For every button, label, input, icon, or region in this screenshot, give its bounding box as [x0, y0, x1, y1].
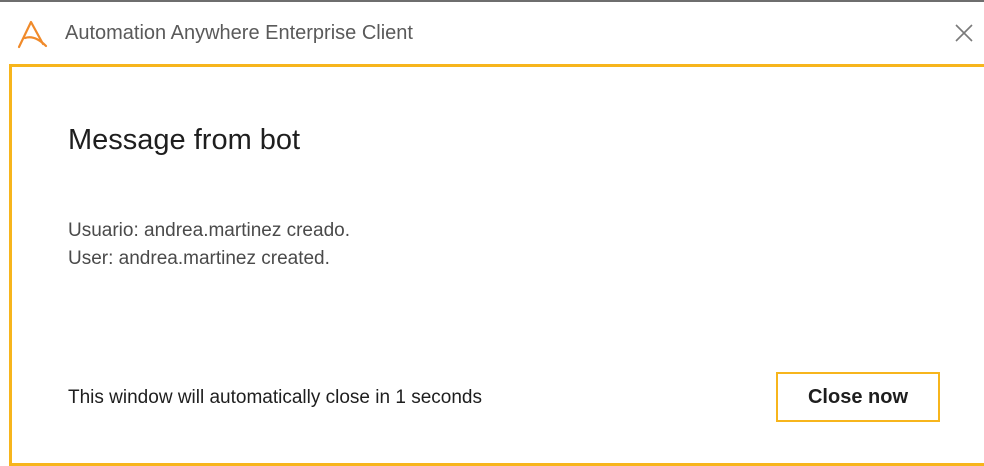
- dialog-heading: Message from bot: [68, 124, 301, 156]
- bot-message: Usuario: andrea.martinez creado. User: a…: [68, 217, 350, 273]
- close-now-button[interactable]: Close now: [776, 372, 940, 422]
- auto-close-countdown: This window will automatically close in …: [68, 387, 482, 408]
- window-title: Automation Anywhere Enterprise Client: [65, 22, 413, 44]
- automation-anywhere-logo-icon: [17, 20, 48, 49]
- message-line-spanish: Usuario: andrea.martinez creado.: [68, 220, 350, 241]
- message-dialog-window: Automation Anywhere Enterprise Client Me…: [0, 0, 984, 466]
- dialog-content-frame: Message from bot Usuario: andrea.martine…: [9, 64, 984, 466]
- title-bar[interactable]: Automation Anywhere Enterprise Client: [0, 2, 984, 64]
- close-icon[interactable]: [952, 21, 976, 45]
- message-line-english: User: andrea.martinez created.: [68, 248, 330, 269]
